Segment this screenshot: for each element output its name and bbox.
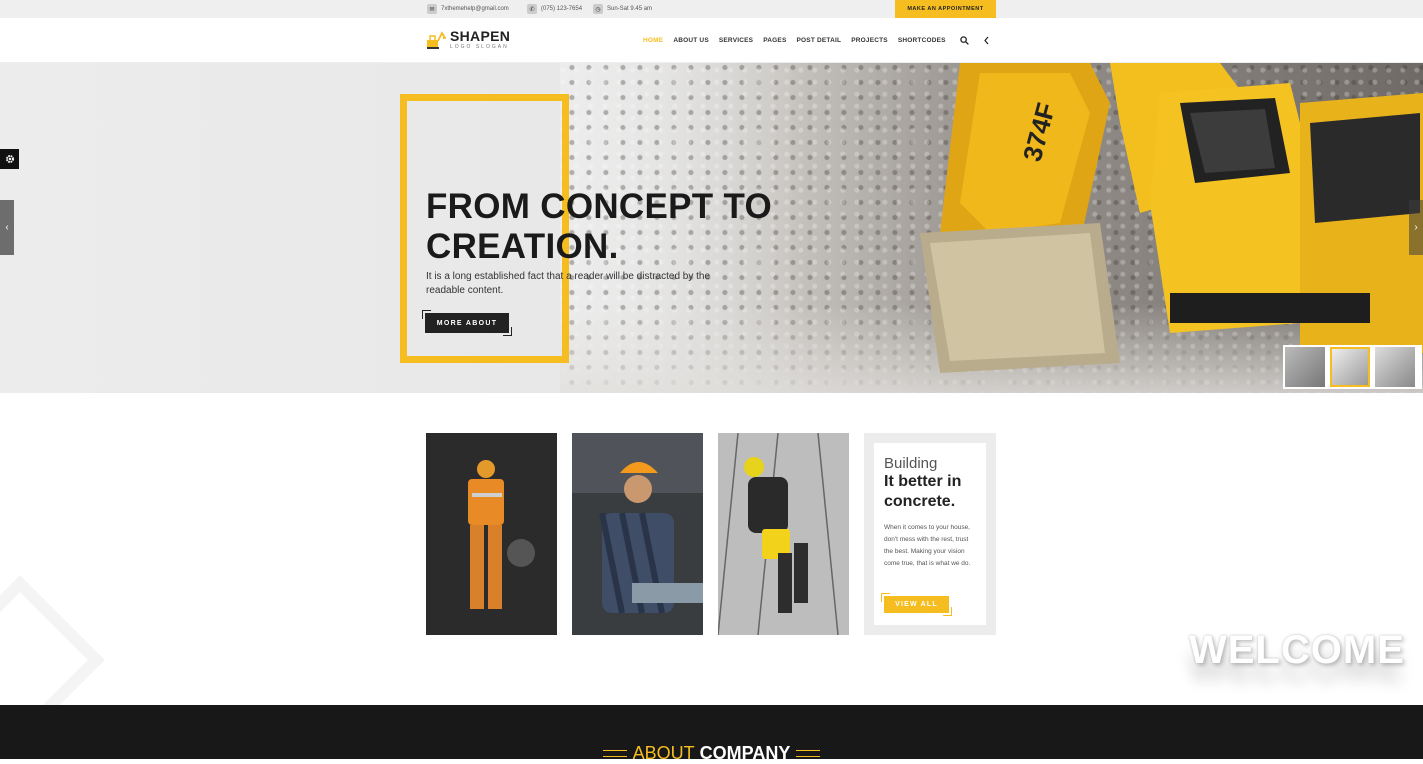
gear-icon: [5, 155, 14, 163]
hours-text: Sun-Sat 9.45 am: [607, 6, 653, 12]
slider-thumbnails: [1283, 345, 1422, 389]
promo-card-inner: Building It better in concrete. When it …: [874, 443, 986, 625]
slider-thumb-3[interactable]: [1375, 347, 1415, 387]
chevron-left-icon[interactable]: [982, 36, 992, 46]
worker-image-1[interactable]: [426, 433, 557, 635]
worker-orange-vest-figure: [426, 433, 557, 635]
worker-image-2[interactable]: [572, 433, 703, 635]
hours-info: ◷ Sun-Sat 9.45 am: [593, 0, 652, 18]
slider-prev-arrow[interactable]: ‹: [0, 200, 14, 255]
promo-kicker: Building: [884, 455, 938, 472]
email-text[interactable]: 7xthemehelp@gmail.com: [441, 6, 509, 12]
hero-description: It is a long established fact that a rea…: [426, 271, 711, 296]
nav-pages[interactable]: PAGES: [763, 37, 786, 44]
logo-slogan: LOGO SLOGAN: [450, 44, 509, 50]
hero-slider: 374F FROM CONCEPT TO CREATION. It is a l…: [0, 63, 1423, 393]
hero-title-line2: CREATION.: [426, 227, 619, 266]
view-all-button[interactable]: VIEW ALL: [881, 593, 952, 616]
main-nav: HOME ABOUT US SERVICES PAGES POST DETAIL…: [643, 18, 1000, 63]
heading-right-ornament: [796, 750, 821, 757]
excavator-image: 374F: [920, 63, 1423, 373]
heading-left-ornament: [602, 750, 627, 757]
about-heading-bold: COMPANY: [699, 743, 791, 763]
settings-panel-toggle[interactable]: [0, 149, 19, 169]
nav-post-detail[interactable]: POST DETAIL: [797, 37, 842, 44]
chevron-right-icon: ›: [1414, 222, 1418, 233]
site-logo[interactable]: SHAPEN LOGO SLOGAN: [426, 29, 510, 50]
clock-icon: ◷: [593, 4, 603, 14]
slider-thumb-2[interactable]: [1330, 347, 1370, 387]
nav-projects[interactable]: PROJECTS: [851, 37, 888, 44]
about-company-section: ABOUT COMPANY: [0, 705, 1423, 763]
top-info-bar: ✉ 7xthemehelp@gmail.com ✆ (075) 123-7654…: [0, 0, 1423, 18]
slider-thumb-1[interactable]: [1285, 347, 1325, 387]
phone-text[interactable]: (075) 123-7654: [541, 6, 582, 12]
about-company-heading: ABOUT COMPANY: [0, 743, 1423, 764]
envelope-icon: ✉: [427, 4, 437, 14]
excavator-logo-icon: [427, 30, 446, 49]
make-appointment-button[interactable]: MAKE AN APPOINTMENT: [895, 0, 996, 18]
about-heading-light: ABOUT: [632, 743, 695, 763]
worker-climbing-figure: [718, 433, 849, 635]
slider-next-arrow[interactable]: ›: [1409, 200, 1423, 255]
phone-icon: ✆: [527, 4, 537, 14]
logo-name: SHAPEN: [450, 28, 511, 44]
nav-services[interactable]: SERVICES: [719, 37, 753, 44]
welcome-watermark: WELCOME: [1189, 628, 1405, 672]
promo-card: Building It better in concrete. When it …: [864, 433, 996, 635]
more-about-button[interactable]: MORE ABOUT: [422, 310, 512, 336]
promo-text: When it comes to your house, don't mess …: [884, 524, 971, 567]
search-icon[interactable]: [960, 36, 970, 46]
chevron-left-icon: ‹: [5, 222, 9, 233]
phone-info[interactable]: ✆ (075) 123-7654: [527, 0, 582, 18]
worker-image-3[interactable]: [718, 433, 849, 635]
hero-title-line1: FROM CONCEPT TO: [426, 187, 773, 226]
worker-hardhat-figure: [572, 433, 703, 635]
nav-home[interactable]: HOME: [643, 37, 663, 44]
promo-title: It better in concrete.: [884, 473, 962, 510]
email-info[interactable]: ✉ 7xthemehelp@gmail.com: [427, 0, 509, 18]
nav-shortcodes[interactable]: SHORTCODES: [898, 37, 946, 44]
hero-title: FROM CONCEPT TO CREATION.: [426, 187, 826, 267]
site-header: SHAPEN LOGO SLOGAN HOME ABOUT US SERVICE…: [0, 18, 1423, 63]
nav-about-us[interactable]: ABOUT US: [673, 37, 709, 44]
